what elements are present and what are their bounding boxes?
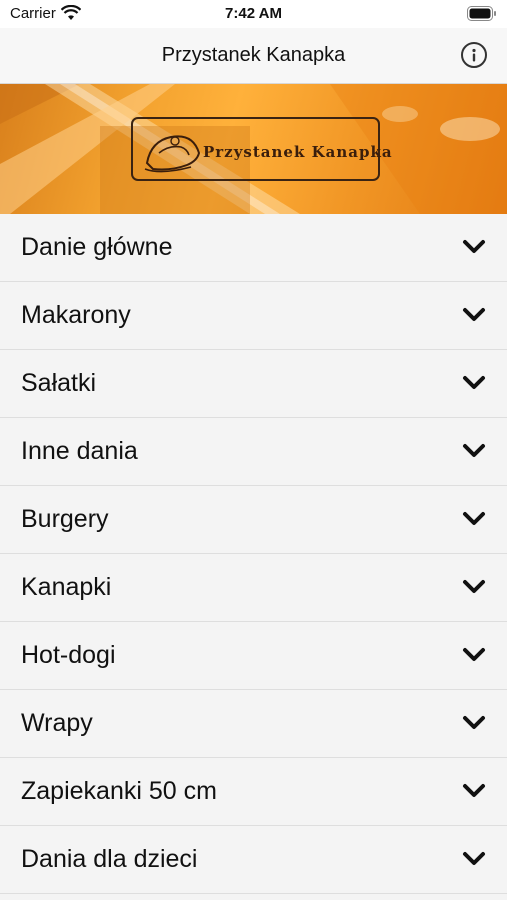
category-label: Kanapki	[21, 573, 112, 601]
chevron-down-icon	[463, 716, 485, 729]
navigation-bar: Przystanek Kanapka	[0, 28, 507, 84]
category-label: Makarony	[21, 301, 131, 329]
category-label: Inne dania	[21, 437, 138, 465]
category-item-kanapki[interactable]: Kanapki	[0, 554, 507, 622]
chevron-down-icon	[463, 852, 485, 865]
sandwich-logo-icon	[144, 135, 201, 173]
category-label: Wrapy	[21, 709, 93, 737]
info-button[interactable]	[461, 42, 487, 68]
category-item-salatki[interactable]: Sałatki	[0, 350, 507, 418]
status-bar: Carrier 7:42 AM	[0, 0, 507, 28]
category-item-dania-dla-dzieci[interactable]: Dania dla dzieci	[0, 826, 507, 894]
chevron-down-icon	[463, 376, 485, 389]
battery-icon	[467, 6, 496, 21]
category-item-inne-dania[interactable]: Inne dania	[0, 418, 507, 486]
header-banner: Przystanek Kanapka	[0, 84, 507, 214]
category-label: Dania dla dzieci	[21, 845, 198, 873]
category-label: Sałatki	[21, 369, 97, 397]
category-label: Hot-dogi	[21, 641, 116, 669]
category-item-hot-dogi[interactable]: Hot-dogi	[0, 622, 507, 690]
chevron-down-icon	[463, 784, 485, 797]
category-item-wrapy[interactable]: Wrapy	[0, 690, 507, 758]
category-label: Zapiekanki 50 cm	[21, 777, 217, 805]
chevron-down-icon	[463, 308, 485, 321]
chevron-down-icon	[463, 648, 485, 661]
logo-text: Przystanek Kanapka	[203, 143, 393, 161]
info-icon	[472, 48, 476, 62]
chevron-down-icon	[463, 444, 485, 457]
category-item-makarony[interactable]: Makarony	[0, 282, 507, 350]
chevron-down-icon	[463, 580, 485, 593]
status-time: 7:42 AM	[225, 5, 282, 22]
category-label: Burgery	[21, 505, 109, 533]
category-label: Danie główne	[21, 233, 173, 261]
chevron-down-icon	[463, 512, 485, 525]
category-item-danie-glowne[interactable]: Danie główne	[0, 214, 507, 282]
category-item-burgery[interactable]: Burgery	[0, 486, 507, 554]
logo: Przystanek Kanapka	[131, 117, 392, 181]
category-list: Danie główne Makarony Sałatki Inne dania…	[0, 214, 507, 894]
page-title: Przystanek Kanapka	[161, 44, 346, 66]
category-item-zapiekanki[interactable]: Zapiekanki 50 cm	[0, 758, 507, 826]
chevron-down-icon	[463, 240, 485, 253]
